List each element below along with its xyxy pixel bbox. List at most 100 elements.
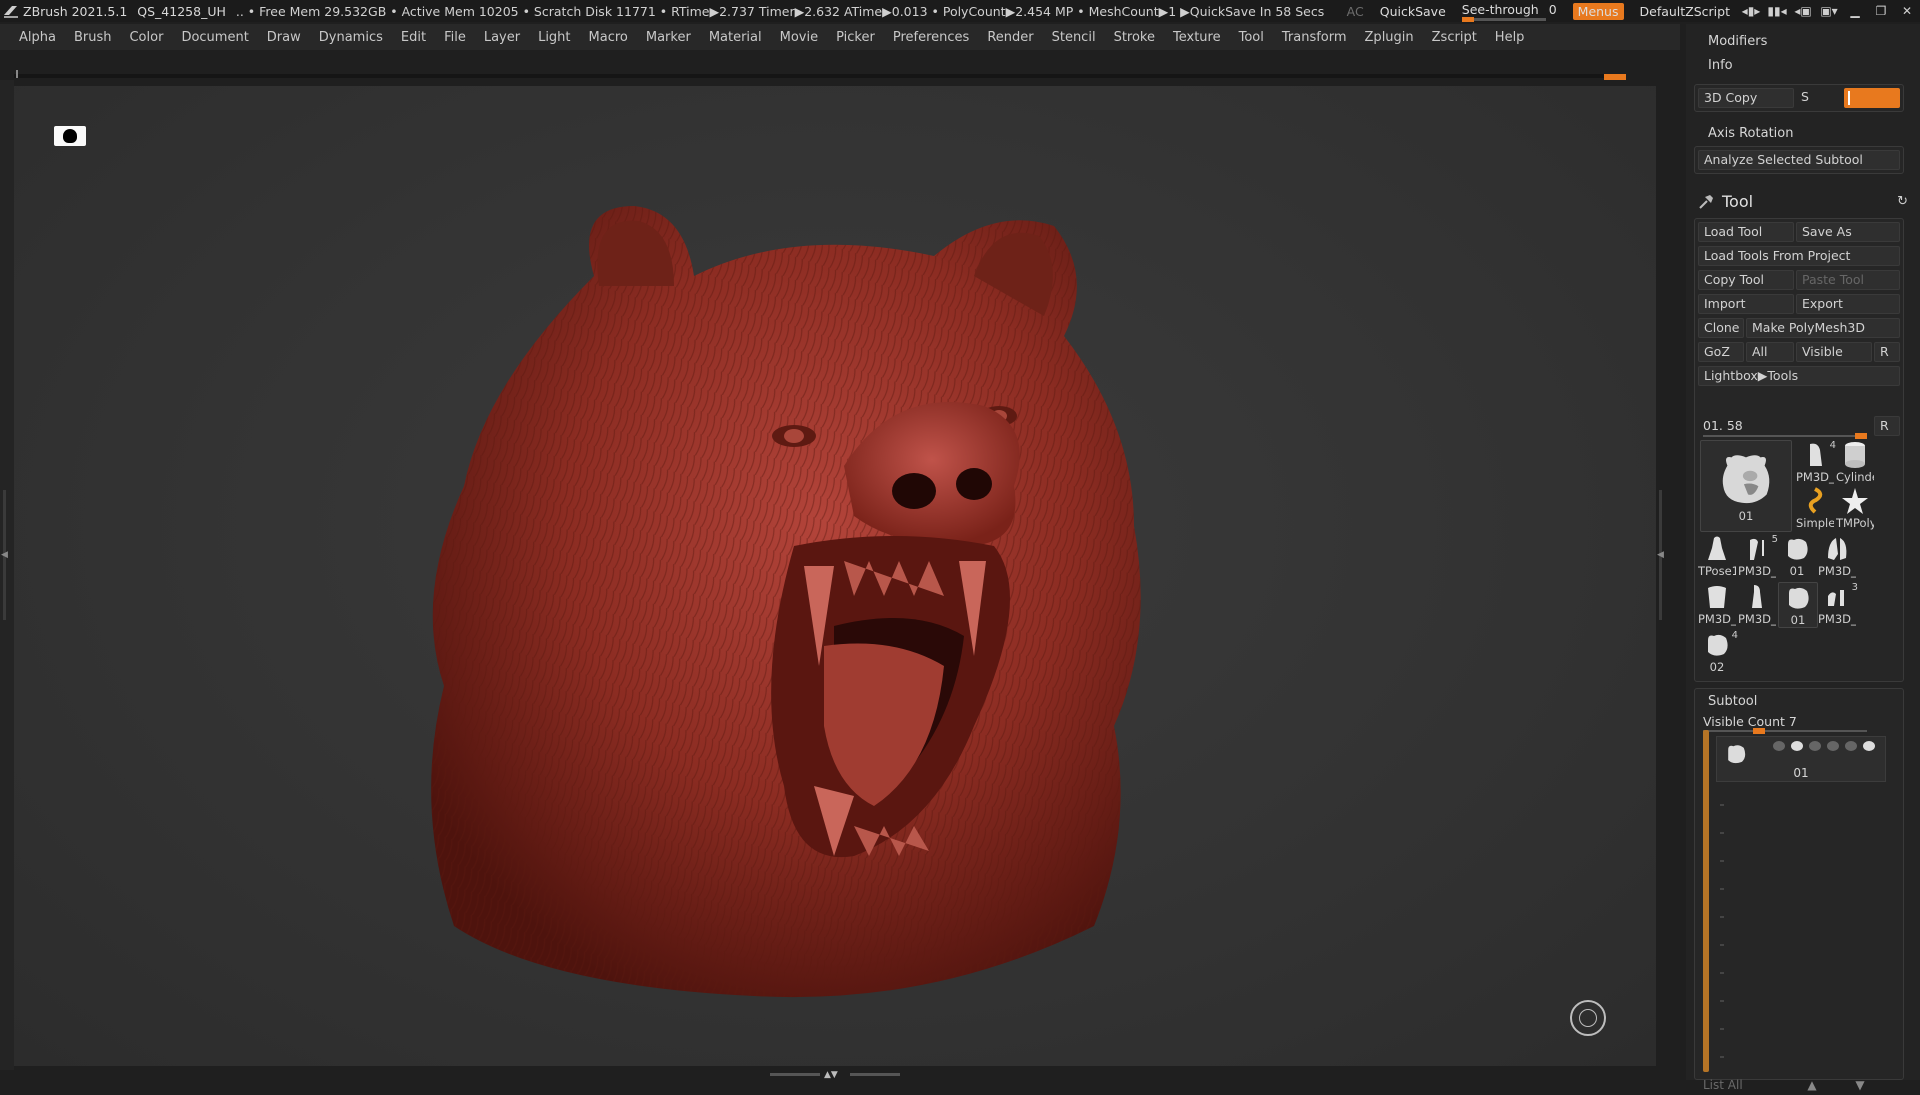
modifiers-header[interactable]: Modifiers (1708, 34, 1767, 49)
canvas-viewport[interactable] (14, 86, 1656, 1066)
tool-thumb-02[interactable]: 4 02 (1698, 630, 1738, 674)
tool-thumb-pm3d-6[interactable]: 3 PM3D_C (1818, 582, 1858, 626)
menu-brush[interactable]: Brush (74, 30, 112, 45)
tool-thumb-simplebrush[interactable]: SimpleB (1796, 486, 1834, 530)
layout-window-icon[interactable]: ▣▾ (1816, 4, 1842, 18)
pen-icon[interactable] (1845, 741, 1857, 751)
subtool-header[interactable]: Subtool (1708, 694, 1757, 709)
load-tool-button[interactable]: Load Tool (1698, 222, 1794, 242)
tool-thumb-cylinder[interactable]: Cylinder (1836, 440, 1874, 484)
menu-color[interactable]: Color (129, 30, 163, 45)
refresh-icon[interactable]: ↻ (1897, 194, 1908, 209)
menu-stencil[interactable]: Stencil (1052, 30, 1096, 45)
tool-slider-r-button[interactable]: R (1874, 416, 1900, 436)
tool-thumb-pm3d-2[interactable]: 5 PM3D_C (1738, 534, 1778, 578)
brush-icon[interactable] (1773, 741, 1785, 751)
goz-button[interactable]: GoZ (1698, 342, 1744, 362)
axis-rotation-header[interactable]: Axis Rotation (1708, 126, 1793, 141)
tool-palette-header[interactable]: Tool (1698, 192, 1753, 211)
menu-marker[interactable]: Marker (646, 30, 691, 45)
save-as-button[interactable]: Save As (1796, 222, 1900, 242)
make-polymesh3d-button[interactable]: Make PolyMesh3D (1746, 318, 1900, 338)
analyze-subtool-button[interactable]: Analyze Selected Subtool (1698, 150, 1900, 170)
ruler-marker[interactable] (1604, 74, 1626, 80)
menu-help[interactable]: Help (1495, 30, 1525, 45)
menu-stroke[interactable]: Stroke (1114, 30, 1155, 45)
list-all-button[interactable]: List All (1703, 1075, 1793, 1095)
menu-movie[interactable]: Movie (780, 30, 818, 45)
goz-all-button[interactable]: All (1746, 342, 1794, 362)
menu-picker[interactable]: Picker (836, 30, 875, 45)
tool-thumb-pm3d-5[interactable]: PM3D_C (1738, 582, 1776, 626)
import-button[interactable]: Import (1698, 294, 1794, 314)
eye-icon[interactable] (1863, 741, 1875, 751)
bottom-shelf-handle[interactable]: ▲▼ (770, 1070, 900, 1080)
tool-thumb-01-selected[interactable]: 01 (1778, 582, 1818, 628)
load-tools-from-project-button[interactable]: Load Tools From Project (1698, 246, 1900, 266)
menu-draw[interactable]: Draw (267, 30, 301, 45)
tool-thumb-pm3d-3[interactable]: PM3D_C (1818, 534, 1856, 578)
menu-tool[interactable]: Tool (1239, 30, 1264, 45)
clone-button[interactable]: Clone (1698, 318, 1744, 338)
menu-dynamics[interactable]: Dynamics (319, 30, 383, 45)
visible-count-knob[interactable] (1753, 728, 1765, 734)
copy-value-field[interactable] (1844, 88, 1900, 108)
menu-texture[interactable]: Texture (1173, 30, 1221, 45)
3d-copy-button[interactable]: 3D Copy (1698, 88, 1794, 108)
default-zscript-button[interactable]: DefaultZScript (1640, 4, 1731, 19)
layout-swap-icon[interactable]: ◂▣ (1790, 4, 1816, 18)
moon-icon[interactable] (1809, 741, 1821, 751)
menu-transform[interactable]: Transform (1282, 30, 1347, 45)
title-bar: ZBrush 2021.5.1 QS_41258_UH .. • Free Me… (0, 0, 1920, 22)
menu-light[interactable]: Light (538, 30, 570, 45)
document-thumbnail-icon[interactable] (54, 126, 86, 146)
quicksave-button[interactable]: QuickSave (1380, 4, 1446, 19)
tool-slider-knob[interactable] (1855, 433, 1867, 439)
see-through-knob[interactable] (1461, 16, 1474, 22)
menu-macro[interactable]: Macro (589, 30, 628, 45)
bear-head-model[interactable] (374, 166, 1254, 1026)
current-tool-thumbnail[interactable]: 01 (1700, 440, 1792, 532)
menu-file[interactable]: File (444, 30, 466, 45)
menu-edit[interactable]: Edit (401, 30, 426, 45)
move-down-icon[interactable]: ▼ (1840, 1075, 1880, 1095)
subtool-item-01[interactable]: 01 (1716, 736, 1886, 782)
copy-tool-button[interactable]: Copy Tool (1698, 270, 1794, 290)
tool-thumb-pm3d-4[interactable]: PM3D_C (1698, 582, 1736, 626)
goz-visible-button[interactable]: Visible (1796, 342, 1872, 362)
paste-tool-button[interactable]: Paste Tool (1796, 270, 1900, 290)
menu-alpha[interactable]: Alpha (19, 30, 56, 45)
minimize-icon[interactable]: ▁ (1842, 4, 1868, 18)
menus-toggle-button[interactable]: Menus (1572, 2, 1624, 20)
close-icon[interactable]: ✕ (1894, 4, 1920, 18)
visible-count-track[interactable] (1703, 728, 1867, 734)
menu-layer[interactable]: Layer (484, 30, 520, 45)
move-up-icon[interactable]: ▲ (1792, 1075, 1832, 1095)
layout-bars-icon[interactable]: ▮▮◂ (1764, 4, 1790, 18)
subtool-scrollbar[interactable] (1703, 730, 1709, 1072)
menu-preferences[interactable]: Preferences (893, 30, 969, 45)
menu-material[interactable]: Material (709, 30, 762, 45)
polypaint-icon[interactable] (1791, 741, 1803, 751)
menu-zscript[interactable]: Zscript (1432, 30, 1477, 45)
see-through-slider[interactable]: See-through 0 (1461, 2, 1557, 22)
layout-arrows-icon[interactable]: ◂▮▸ (1738, 4, 1764, 18)
half-circle-icon[interactable] (1827, 741, 1839, 751)
info-header[interactable]: Info (1708, 58, 1733, 73)
tool-slider[interactable]: 01. 58 (1703, 417, 1867, 439)
export-button[interactable]: Export (1796, 294, 1900, 314)
restore-icon[interactable]: ❐ (1868, 4, 1894, 18)
tool-thumb-01[interactable]: 01 (1778, 534, 1816, 578)
menu-zplugin[interactable]: Zplugin (1365, 30, 1414, 45)
tool-thumb-tpose[interactable]: TPose1_ (1698, 534, 1736, 578)
tool-thumb-pm3d-1[interactable]: 4 PM3D_C (1796, 440, 1836, 484)
right-tray-handle[interactable]: ◀ (1657, 490, 1664, 620)
left-tray-handle[interactable]: ◀ (1, 490, 8, 620)
bear-thumb-icon (1722, 455, 1770, 504)
navigation-gizmo-icon[interactable] (1570, 1000, 1606, 1036)
goz-r-button[interactable]: R (1874, 342, 1900, 362)
menu-render[interactable]: Render (987, 30, 1033, 45)
lightbox-tools-button[interactable]: Lightbox▶Tools (1698, 366, 1900, 386)
menu-document[interactable]: Document (181, 30, 248, 45)
tool-thumb-tmpolymesh[interactable]: TMPolyM (1836, 486, 1874, 530)
